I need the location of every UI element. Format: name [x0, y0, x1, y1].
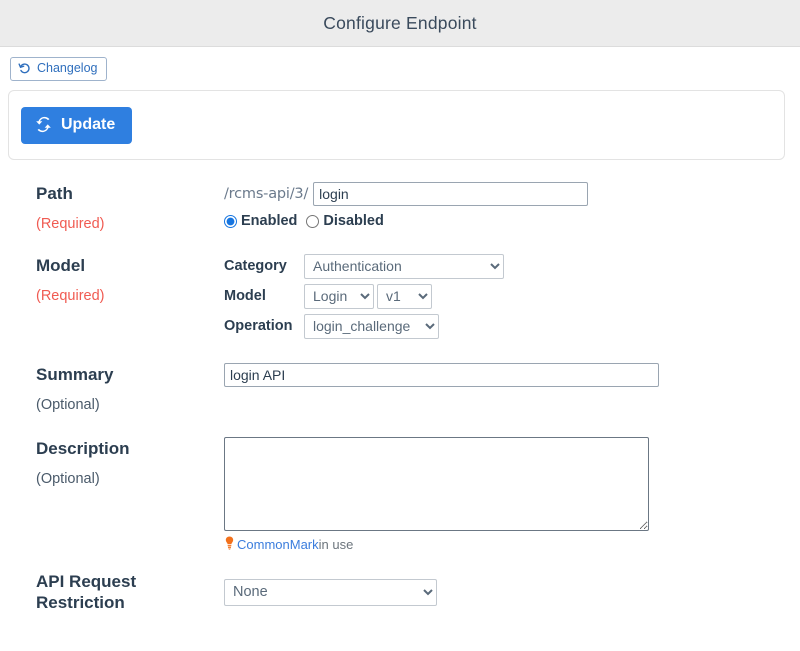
changelog-button-label: Changelog	[37, 61, 98, 75]
action-toolbar-card: Update	[8, 90, 785, 160]
model-select[interactable]: Login	[304, 283, 374, 309]
path-status-radio-group: Enabled Disabled	[224, 213, 800, 229]
field-row-description: Description (Optional) CommonMark in use	[0, 436, 800, 553]
update-button-label: Update	[61, 115, 116, 133]
description-textarea[interactable]	[224, 436, 649, 531]
model-version-select[interactable]: v1	[377, 283, 432, 309]
operation-select[interactable]: login_challenge	[304, 313, 439, 339]
field-row-path: Path (Required) /rcms-api/3/ Enabled Dis…	[0, 182, 800, 232]
api-request-restriction-label: API Request Restriction	[36, 571, 137, 613]
sync-refresh-icon	[35, 116, 52, 133]
summary-label-block: Summary (Optional)	[36, 363, 224, 413]
radio-enabled-label: Enabled	[241, 213, 298, 229]
description-optional-note: (Optional)	[36, 470, 100, 487]
summary-input[interactable]	[224, 362, 659, 387]
commonmark-link[interactable]: CommonMark	[237, 537, 319, 552]
field-row-api-request-restriction: API Request Restriction None	[0, 571, 800, 614]
model-label-block: Model (Required)	[36, 254, 224, 304]
path-control: /rcms-api/3/ Enabled Disabled	[224, 182, 800, 229]
window-titlebar: Configure Endpoint	[0, 0, 800, 47]
radio-enabled-input[interactable]	[224, 214, 237, 228]
field-row-model: Model (Required) Category Authentication…	[0, 253, 800, 339]
history-undo-icon	[18, 62, 31, 75]
description-hint: CommonMark in use	[224, 536, 800, 553]
api-request-restriction-select[interactable]: None	[224, 578, 437, 606]
summary-optional-note: (Optional)	[36, 396, 100, 413]
update-button[interactable]: Update	[21, 106, 133, 144]
page-title: Configure Endpoint	[323, 12, 477, 33]
path-label-block: Path (Required)	[36, 182, 224, 232]
field-row-summary: Summary (Optional)	[0, 362, 800, 413]
category-label: Category	[224, 258, 287, 275]
path-input[interactable]	[313, 182, 589, 206]
model-sub-label: Model	[224, 288, 266, 305]
radio-disabled[interactable]: Disabled	[306, 213, 384, 229]
endpoint-form: Path (Required) /rcms-api/3/ Enabled Dis…	[0, 160, 800, 613]
model-row: Model Login v1	[224, 283, 800, 309]
operation-label: Operation	[224, 318, 293, 335]
changelog-toolbar: Changelog	[0, 47, 800, 81]
path-label: Path	[36, 184, 73, 203]
path-required-note: (Required)	[36, 215, 105, 232]
model-required-note: (Required)	[36, 287, 105, 304]
description-label-block: Description (Optional)	[36, 437, 224, 487]
lightbulb-icon	[224, 536, 235, 553]
category-row: Category Authentication	[224, 253, 800, 279]
path-input-line: /rcms-api/3/	[224, 182, 800, 206]
radio-disabled-label: Disabled	[323, 213, 384, 229]
category-select[interactable]: Authentication	[304, 253, 504, 279]
radio-enabled[interactable]: Enabled	[224, 213, 297, 229]
summary-label: Summary	[36, 364, 114, 384]
operation-row: Operation login_challenge	[224, 313, 800, 339]
summary-control	[224, 362, 800, 387]
description-label: Description	[36, 438, 130, 458]
path-prefix: /rcms-api/3/	[224, 186, 309, 202]
changelog-button[interactable]: Changelog	[10, 57, 108, 81]
radio-disabled-input[interactable]	[306, 214, 320, 228]
model-control: Category Authentication Model Login v1 O…	[224, 253, 800, 339]
description-hint-tail: in use	[318, 536, 354, 552]
model-label: Model	[36, 255, 86, 275]
description-control: CommonMark in use	[224, 436, 800, 553]
